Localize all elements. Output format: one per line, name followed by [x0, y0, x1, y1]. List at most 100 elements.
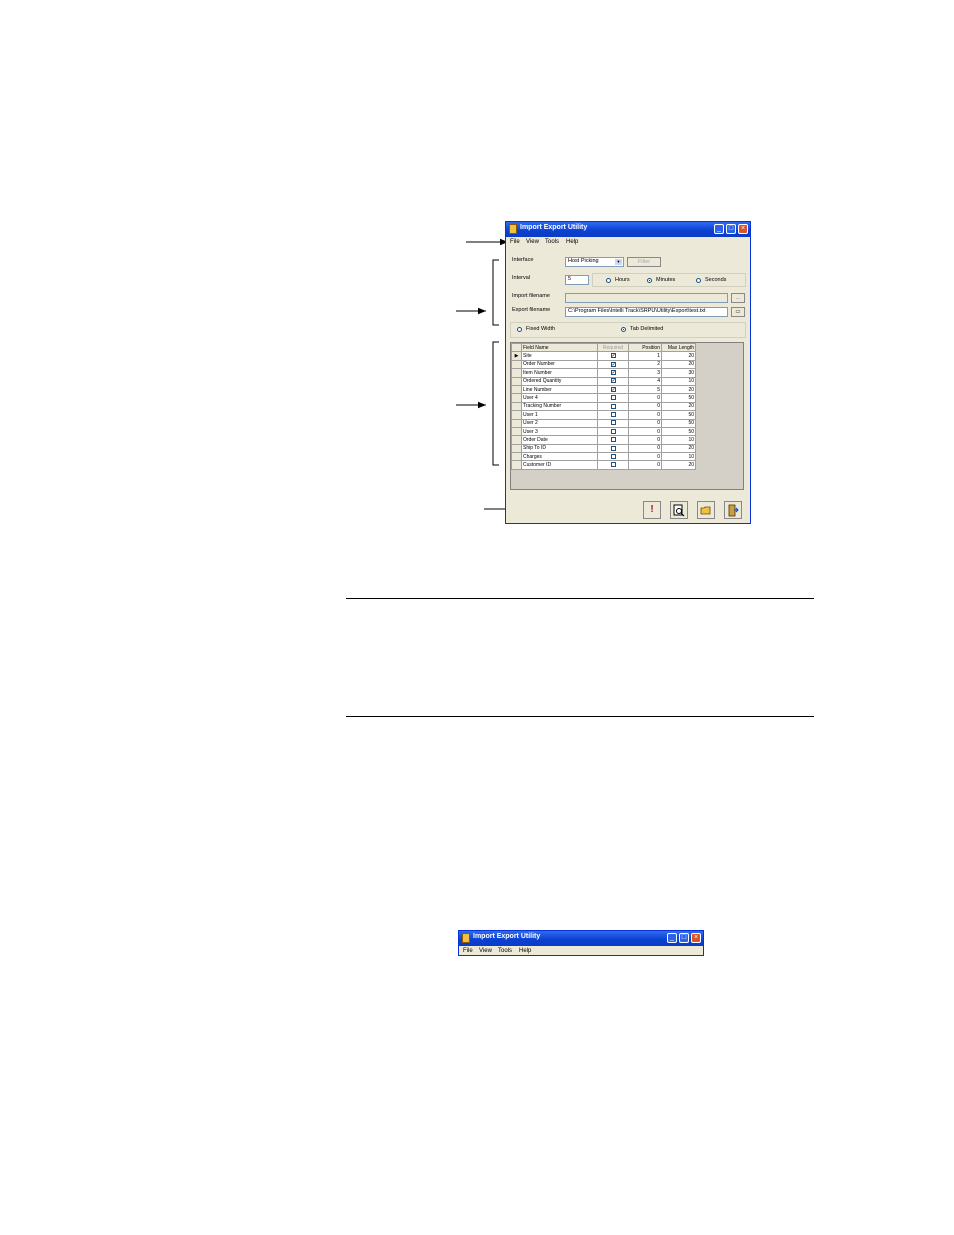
cell-field-name[interactable]: Customer ID [521, 460, 598, 470]
required-checkbox[interactable] [610, 453, 616, 459]
menu-help[interactable]: Help [566, 239, 578, 245]
cell-field-name[interactable]: Order Date [521, 435, 598, 445]
cell-max-length[interactable]: 20 [661, 443, 696, 454]
seconds-radio[interactable] [696, 278, 701, 283]
cell-position[interactable]: 3 [628, 368, 662, 378]
table-row[interactable]: Customer ID 0 20 [511, 460, 696, 470]
minimize-button-small[interactable]: _ [667, 933, 677, 943]
cell-max-length[interactable]: 20 [661, 351, 696, 361]
required-checkbox[interactable] [610, 428, 616, 434]
menu-view-small[interactable]: View [479, 948, 492, 954]
required-checkbox[interactable]: ✓ [610, 386, 616, 392]
preview-button[interactable] [670, 501, 688, 519]
cell-required[interactable]: ✓ [597, 368, 629, 378]
cell-required[interactable] [597, 460, 629, 470]
export-filename-input[interactable]: C:\Program Files\Intelli Track\SRPU\Util… [565, 307, 728, 317]
cell-max-length[interactable]: 10 [661, 376, 696, 386]
cell-position[interactable]: 0 [628, 401, 662, 412]
cell-required[interactable] [597, 443, 629, 454]
interface-select[interactable]: Host Picking ▼ [565, 257, 624, 267]
cell-required[interactable] [597, 435, 629, 445]
required-checkbox[interactable]: ✓ [610, 353, 616, 359]
cell-field-name[interactable]: User 2 [521, 418, 598, 428]
cell-field-name[interactable]: Tracking Number [521, 401, 598, 412]
cell-field-name[interactable]: Order Number [521, 359, 598, 370]
menu-tools[interactable]: Tools [545, 239, 559, 245]
cell-position[interactable]: 0 [628, 443, 662, 454]
cell-position[interactable]: 1 [628, 351, 662, 361]
cell-position[interactable]: 2 [628, 359, 662, 370]
required-checkbox[interactable] [610, 462, 616, 468]
maximize-button-small[interactable]: □ [679, 933, 689, 943]
cell-required[interactable]: ✓ [597, 384, 629, 395]
interval-input[interactable]: 5 [565, 275, 589, 285]
cell-field-name[interactable]: Ship To ID [521, 443, 598, 454]
close-button[interactable]: × [738, 224, 748, 234]
cell-max-length[interactable]: 50 [661, 410, 696, 420]
required-checkbox[interactable] [610, 445, 616, 451]
cell-field-name[interactable]: Ordered Quantity [521, 376, 598, 386]
cell-required[interactable] [597, 452, 629, 462]
menu-help-small[interactable]: Help [519, 948, 531, 954]
table-row[interactable]: Line Number ✓ 5 20 [511, 384, 696, 395]
tab-delimited-radio[interactable] [621, 327, 626, 332]
required-checkbox[interactable] [610, 420, 616, 426]
cell-required[interactable] [597, 393, 629, 403]
required-checkbox[interactable]: ✓ [610, 378, 616, 384]
import-filename-input[interactable] [565, 293, 728, 303]
close-button-small[interactable]: × [691, 933, 701, 943]
cell-max-length[interactable]: 50 [661, 418, 696, 428]
cell-max-length[interactable]: 50 [661, 393, 696, 403]
import-browse-button[interactable]: … [731, 293, 745, 303]
header-required[interactable]: Required [597, 343, 629, 353]
cell-required[interactable] [597, 401, 629, 412]
table-row[interactable]: User 4 0 50 [511, 393, 696, 403]
cell-field-name[interactable]: Site [521, 351, 598, 361]
required-checkbox[interactable]: ✓ [610, 370, 616, 376]
header-field-name[interactable]: Field Name [521, 343, 598, 353]
table-row[interactable]: User 3 0 50 [511, 426, 696, 437]
export-browse-button[interactable]: ▭ [731, 307, 745, 317]
menu-tools-small[interactable]: Tools [498, 948, 512, 954]
cell-field-name[interactable]: Item Number [521, 368, 598, 378]
cell-max-length[interactable]: 10 [661, 452, 696, 462]
cell-position[interactable]: 0 [628, 393, 662, 403]
header-max-length[interactable]: Max Length [661, 343, 696, 353]
required-checkbox[interactable] [610, 403, 616, 409]
cell-max-length[interactable]: 20 [661, 460, 696, 470]
cell-position[interactable]: 0 [628, 435, 662, 445]
cell-required[interactable] [597, 410, 629, 420]
table-row[interactable]: Item Number ✓ 3 30 [511, 368, 696, 378]
minutes-radio[interactable] [647, 278, 652, 283]
cell-field-name[interactable]: Line Number [521, 384, 598, 395]
minimize-button[interactable]: _ [714, 224, 724, 234]
table-row[interactable]: Order Date 0 10 [511, 435, 696, 445]
menu-file-small[interactable]: File [463, 948, 473, 954]
required-checkbox[interactable] [610, 437, 616, 443]
cell-position[interactable]: 0 [628, 418, 662, 428]
table-row[interactable]: User 1 0 50 [511, 410, 696, 420]
cell-position[interactable]: 4 [628, 376, 662, 386]
required-checkbox[interactable] [610, 395, 616, 401]
cell-max-length[interactable]: 20 [661, 384, 696, 395]
open-button[interactable] [697, 501, 715, 519]
table-row[interactable]: ▶ Site ✓ 1 20 [511, 351, 696, 361]
cell-max-length[interactable]: 50 [661, 426, 696, 437]
cell-max-length[interactable]: 20 [661, 401, 696, 412]
table-row[interactable]: Tracking Number 0 20 [511, 401, 696, 412]
table-row[interactable]: User 2 0 50 [511, 418, 696, 428]
cell-required[interactable]: ✓ [597, 359, 629, 370]
table-row[interactable]: Ship To ID 0 20 [511, 443, 696, 454]
cell-required[interactable]: ✓ [597, 376, 629, 386]
cell-position[interactable]: 5 [628, 384, 662, 395]
table-row[interactable]: Ordered Quantity ✓ 4 10 [511, 376, 696, 386]
cell-position[interactable]: 0 [628, 452, 662, 462]
cell-field-name[interactable]: Charges [521, 452, 598, 462]
run-button[interactable]: ! [643, 501, 661, 519]
exit-button[interactable] [724, 501, 742, 519]
cell-max-length[interactable]: 10 [661, 435, 696, 445]
hours-radio[interactable] [606, 278, 611, 283]
maximize-button[interactable]: □ [726, 224, 736, 234]
cell-field-name[interactable]: User 1 [521, 410, 598, 420]
cell-position[interactable]: 0 [628, 460, 662, 470]
